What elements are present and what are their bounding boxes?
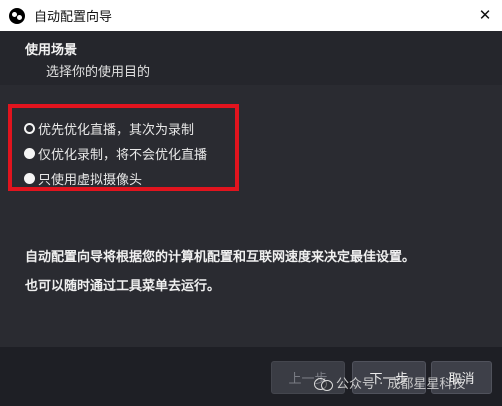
watermark: 公众号 · 成都星星科技 xyxy=(314,373,465,392)
option-stream-first[interactable]: 优先优化直播，其次为录制 xyxy=(24,116,207,141)
page-subtitle: 选择你的使用目的 xyxy=(46,65,151,80)
radio-icon[interactable] xyxy=(24,148,35,159)
radio-icon[interactable] xyxy=(24,173,35,184)
obs-logo-icon xyxy=(9,7,25,24)
radio-checked-icon[interactable] xyxy=(24,123,35,134)
watermark-text: 公众号 · 成都星星科技 xyxy=(336,377,466,392)
option-label: 仅优化录制，将不会优化直播 xyxy=(38,148,208,163)
wechat-icon xyxy=(314,376,333,391)
description-line-1: 自动配置向导将根据您的计算机配置和互联网速度来决定最佳设置。 xyxy=(25,250,416,265)
description-line-2: 也可以随时通过工具菜单去运行。 xyxy=(25,279,221,294)
option-virtual-camera[interactable]: 只使用虚拟摄像头 xyxy=(24,166,207,191)
option-label: 只使用虚拟摄像头 xyxy=(38,173,143,188)
option-label: 优先优化直播，其次为录制 xyxy=(38,123,195,138)
wizard-content: 优先优化直播，其次为录制 仅优化录制，将不会优化直播 只使用虚拟摄像头 自动配置… xyxy=(0,85,502,347)
page-title: 使用场景 xyxy=(25,43,78,58)
window-title: 自动配置向导 xyxy=(34,10,113,25)
close-icon[interactable]: ✕ xyxy=(474,4,496,26)
wizard-header: 使用场景 选择你的使用目的 xyxy=(0,31,502,85)
window-titlebar: 自动配置向导 ✕ xyxy=(0,0,502,31)
option-record-only[interactable]: 仅优化录制，将不会优化直播 xyxy=(24,141,207,166)
usage-options: 优先优化直播，其次为录制 仅优化录制，将不会优化直播 只使用虚拟摄像头 xyxy=(24,116,207,191)
